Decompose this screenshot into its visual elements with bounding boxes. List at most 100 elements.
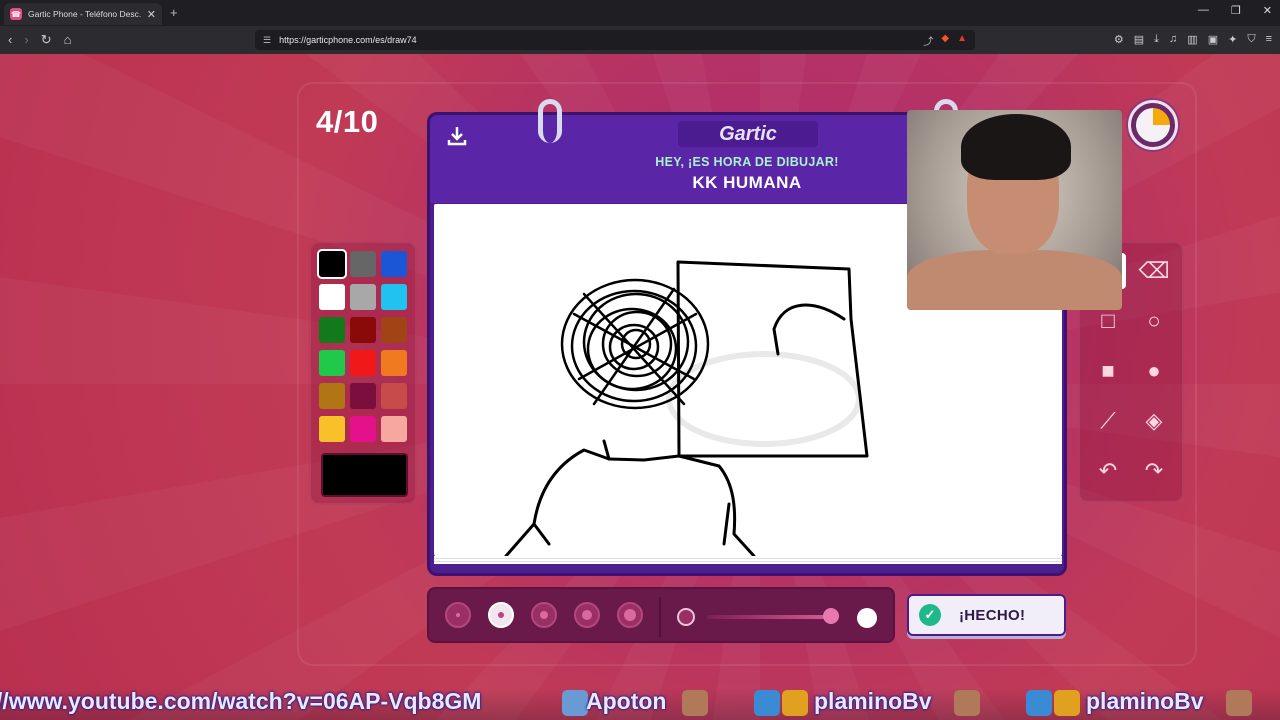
wallet-icon[interactable]: ▣ <box>1208 33 1218 46</box>
color-swatch[interactable] <box>350 350 376 376</box>
restore-icon[interactable]: ❐ <box>1231 4 1241 17</box>
eraser-icon[interactable]: ⌫ <box>1136 253 1172 289</box>
ticker-user-1: Apoton <box>586 688 667 714</box>
color-swatch[interactable] <box>381 350 407 376</box>
brush-size-dot <box>582 610 592 620</box>
back-icon[interactable]: ‹ <box>8 32 12 48</box>
vpn-icon[interactable]: ⛉ <box>1247 33 1255 46</box>
color-palette <box>309 241 417 505</box>
ticker-user-3: plaminoBv <box>1086 688 1204 714</box>
extensions-icon[interactable]: ⚙ <box>1114 33 1124 46</box>
nav-buttons: ‹ › ↻ ⌂ <box>8 32 71 48</box>
brush-size-button[interactable] <box>574 602 600 628</box>
brush-size-dot <box>498 612 504 618</box>
color-swatch[interactable] <box>381 251 407 277</box>
canvas-watermark <box>666 351 862 447</box>
fill-bucket-icon[interactable]: ◈ <box>1136 403 1172 439</box>
browser-navbar: ‹ › ↻ ⌂ ☰ https://garticphone.com/es/dra… <box>0 26 1280 54</box>
done-button-label: ¡HECHO! <box>959 606 1026 624</box>
leo-icon[interactable]: ✦ <box>1228 33 1237 46</box>
color-swatch[interactable] <box>350 383 376 409</box>
brush-size-dot <box>540 611 548 619</box>
check-icon: ✓ <box>919 604 941 626</box>
opacity-min-icon <box>677 608 695 626</box>
stream-ticker: //www.youtube.com/watch?v=06AP-Vqb8GM Ap… <box>0 688 1280 720</box>
site-info-icon[interactable]: ☰ <box>263 35 271 46</box>
address-bar-actions: ⤴ ◆ ▲ <box>923 33 967 48</box>
new-tab-icon[interactable]: + <box>170 5 178 20</box>
gartic-logo: Gartic <box>678 121 818 147</box>
color-swatch[interactable] <box>350 416 376 442</box>
color-swatch[interactable] <box>319 251 345 277</box>
ticker-link: //www.youtube.com/watch?v=06AP-Vqb8GM <box>0 688 482 714</box>
color-swatch[interactable] <box>319 350 345 376</box>
ticker-user-2: plaminoBv <box>814 688 932 714</box>
done-button[interactable]: ✓ ¡HECHO! <box>907 594 1066 636</box>
address-bar[interactable]: ☰ https://garticphone.com/es/draw74 ⤴ ◆ … <box>255 30 975 50</box>
circle-fill-icon[interactable]: ● <box>1136 353 1172 389</box>
home-icon[interactable]: ⌂ <box>64 32 72 48</box>
paper-edge <box>434 556 1062 564</box>
ticker-avatar-icon <box>954 690 980 716</box>
color-swatch[interactable] <box>381 416 407 442</box>
brush-size-button[interactable] <box>488 602 514 628</box>
sidebar-icon[interactable]: ▤ <box>1134 33 1144 46</box>
close-tab-icon[interactable]: ✕ <box>147 8 156 21</box>
rect-fill-icon[interactable]: ■ <box>1090 353 1126 389</box>
minimize-icon[interactable]: — <box>1198 4 1209 17</box>
rewards-icon[interactable]: ▲ <box>957 33 967 48</box>
downloads-icon[interactable]: ⤓ <box>1154 33 1159 46</box>
binder-ring-left <box>538 99 562 143</box>
color-swatch[interactable] <box>381 317 407 343</box>
webcam-hair <box>961 114 1071 180</box>
undo-icon[interactable]: ↶ <box>1090 453 1126 489</box>
color-swatch[interactable] <box>381 284 407 310</box>
brush-size-button[interactable] <box>531 602 557 628</box>
browser-tabbar: ☎ Gartic Phone - Teléfono Desc... ✕ + — … <box>0 0 1280 26</box>
color-swatch[interactable] <box>319 416 345 442</box>
brush-controls <box>427 587 895 643</box>
tab-title: Gartic Phone - Teléfono Desc... <box>28 9 141 19</box>
window-controls: — ❐ ✕ <box>1198 4 1272 17</box>
ticker-crown-icon <box>1054 690 1080 716</box>
ticker-tool-icon <box>754 690 780 716</box>
timer-progress <box>1136 108 1170 142</box>
url-text[interactable]: https://garticphone.com/es/draw74 <box>279 35 915 45</box>
opacity-slider-knob[interactable] <box>822 608 839 624</box>
download-icon[interactable] <box>446 125 468 147</box>
color-swatch[interactable] <box>319 284 345 310</box>
share-icon[interactable]: ⤴ <box>923 33 933 48</box>
reader-icon[interactable]: ▥ <box>1187 33 1197 46</box>
color-swatch[interactable] <box>350 317 376 343</box>
opacity-max-icon <box>857 608 877 628</box>
ticker-avatar-icon <box>682 690 708 716</box>
circle-outline-icon[interactable]: ○ <box>1136 303 1172 339</box>
ticker-emote-icon <box>562 690 588 716</box>
media-icon[interactable]: ♫ <box>1169 33 1177 46</box>
color-swatch[interactable] <box>319 383 345 409</box>
game-page: 4/10 Gartic HEY, ¡ES HORA DE DIBUJAR! KK… <box>0 54 1280 720</box>
color-swatch[interactable] <box>381 383 407 409</box>
brush-size-button[interactable] <box>617 602 643 628</box>
forward-icon[interactable]: › <box>24 32 28 48</box>
ticker-avatar-icon <box>1226 690 1252 716</box>
opacity-slider-track[interactable] <box>707 615 837 619</box>
brush-size-button[interactable] <box>445 602 471 628</box>
brush-size-dot <box>624 609 636 621</box>
timer-icon <box>1128 100 1178 150</box>
reload-icon[interactable]: ↻ <box>41 32 52 48</box>
gartic-favicon-icon: ☎ <box>10 8 22 20</box>
webcam-overlay <box>907 110 1122 310</box>
color-swatch[interactable] <box>350 284 376 310</box>
current-color-preview <box>321 453 408 497</box>
menu-icon[interactable]: ≡ <box>1266 33 1272 46</box>
brave-shield-icon[interactable]: ◆ <box>941 33 949 48</box>
redo-icon[interactable]: ↷ <box>1136 453 1172 489</box>
browser-tab[interactable]: ☎ Gartic Phone - Teléfono Desc... ✕ <box>4 3 162 25</box>
color-swatch[interactable] <box>350 251 376 277</box>
ticker-tool-icon <box>1026 690 1052 716</box>
round-counter: 4/10 <box>316 104 379 139</box>
close-window-icon[interactable]: ✕ <box>1263 4 1272 17</box>
color-swatch[interactable] <box>319 317 345 343</box>
line-icon[interactable]: ⟋ <box>1090 403 1126 439</box>
